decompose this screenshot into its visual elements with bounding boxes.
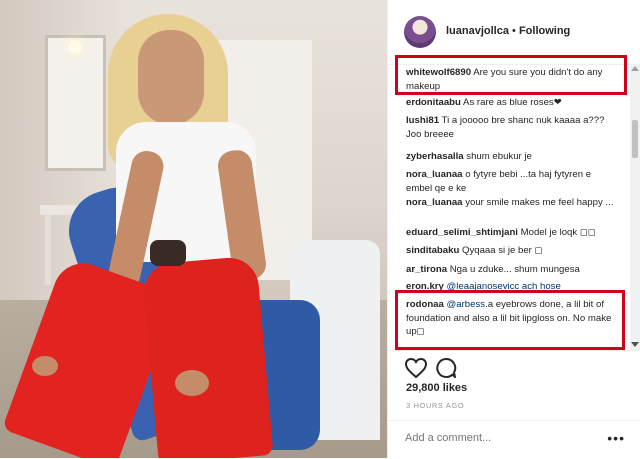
header-user-line: luanavjollca • Following xyxy=(446,25,570,37)
comment-username[interactable]: lushi81 xyxy=(406,115,439,126)
following-button[interactable]: Following xyxy=(519,25,570,37)
comment-item: lushi81 Ti a jooooo bre shanc nuk kaaaa … xyxy=(406,114,618,141)
speech-bubble-icon[interactable] xyxy=(435,357,457,379)
comment-username[interactable]: ar_tirona xyxy=(406,264,447,275)
scroll-down-arrow-icon[interactable] xyxy=(631,342,639,347)
add-comment-bar: ••• xyxy=(387,420,639,459)
ellipsis-icon[interactable]: ••• xyxy=(607,430,625,446)
photo-face xyxy=(138,30,204,125)
comment-item: ar_tirona Nga u zduke... shum mungesa xyxy=(406,263,618,277)
highlight-box-top xyxy=(395,55,627,95)
comment-username[interactable]: sinditabaku xyxy=(406,245,459,256)
comment-text: shum ebukur je xyxy=(466,151,532,162)
photo-sunglasses xyxy=(150,240,186,266)
add-comment-input[interactable] xyxy=(405,432,605,444)
photo-knee xyxy=(175,370,209,396)
photo-pants-right xyxy=(141,255,274,458)
post-photo[interactable] xyxy=(0,0,387,458)
avatar[interactable] xyxy=(404,16,436,48)
photo-lamp xyxy=(68,40,82,54)
photo-window xyxy=(45,35,106,171)
header-separator: • xyxy=(508,25,519,37)
comment-username[interactable]: nora_luanaa xyxy=(406,169,463,180)
comments-scrollbar[interactable] xyxy=(630,64,640,350)
comment-item: zyberhasalla shum ebukur je xyxy=(406,150,618,164)
heart-outline-icon[interactable] xyxy=(404,357,428,379)
post-timestamp[interactable]: 3 HOURS AGO xyxy=(406,401,464,410)
photo-knee-2 xyxy=(32,356,58,376)
scroll-up-arrow-icon[interactable] xyxy=(631,66,639,71)
highlight-box-bottom xyxy=(395,290,625,350)
likes-count[interactable]: 29,800 likes xyxy=(406,382,467,394)
scroll-thumb[interactable] xyxy=(632,120,638,158)
comment-text: As rare as blue roses❤ xyxy=(463,97,562,108)
comment-text: your smile makes me feel happy ... xyxy=(465,197,614,208)
comment-text: Nga u zduke... shum mungesa xyxy=(449,264,580,275)
post-actions: 29,800 likes 3 HOURS AGO xyxy=(388,350,640,431)
comment-item: nora_luanaa o fytyre bebi ...ta haj fyty… xyxy=(406,168,618,195)
comment-text: Qyqaaa si je ber ◻ xyxy=(461,245,543,256)
comment-item: sinditabaku Qyqaaa si je ber ◻ xyxy=(406,244,618,258)
comment-username[interactable]: zyberhasalla xyxy=(406,151,464,162)
post-side-panel: luanavjollca • Following whitewolf6890 A… xyxy=(387,0,640,458)
comment-item: nora_luanaa your smile makes me feel hap… xyxy=(406,196,618,210)
comment-item: erdonitaabu As rare as blue roses❤ xyxy=(406,96,618,110)
header-username[interactable]: luanavjollca xyxy=(446,25,509,37)
comment-username[interactable]: erdonitaabu xyxy=(406,97,461,108)
photo-desk-leg xyxy=(45,215,51,285)
comment-text: Model je loqk ◻◻ xyxy=(520,227,596,238)
comment-username[interactable]: eduard_selimi_shtimjani xyxy=(406,227,518,238)
comment-username[interactable]: nora_luanaa xyxy=(406,197,463,208)
comment-item: eduard_selimi_shtimjani Model je loqk ◻◻ xyxy=(406,226,618,240)
